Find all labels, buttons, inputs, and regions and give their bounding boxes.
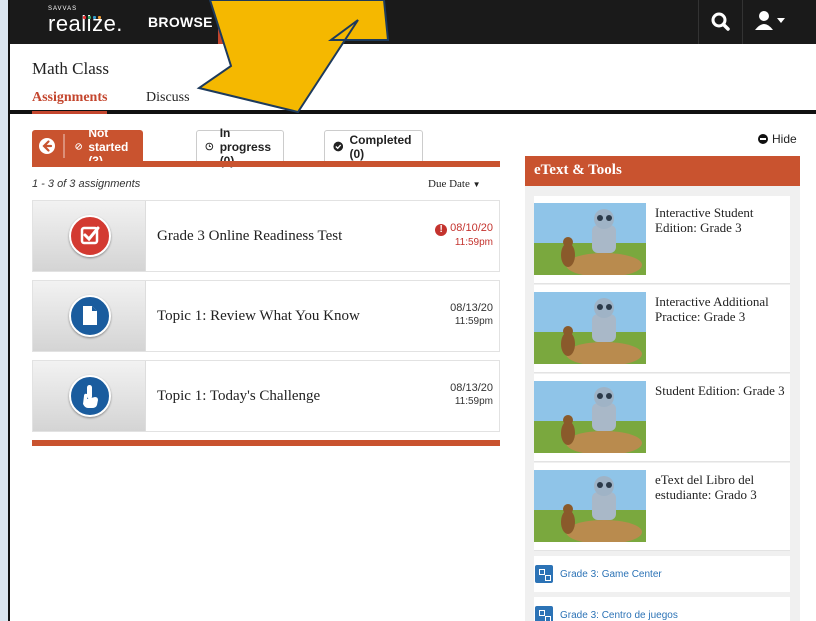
tab-assignments[interactable]: Assignments [32, 90, 108, 114]
tab-not-started[interactable]: Not started (3) [66, 126, 144, 168]
etext-item-title[interactable]: eText del Libro del estudiante: Grado 3 [655, 472, 787, 502]
overdue-alert-icon: ! [435, 224, 448, 236]
assignment-thumbnail [33, 361, 146, 431]
class-name: Math Class [32, 59, 109, 78]
due-date-value: 08/13/20 [450, 382, 493, 394]
realize-logo[interactable]: SAVVAS realize. [48, 5, 123, 36]
pointer-hand-icon [69, 375, 111, 417]
assignment-due-date: 08/13/20 11:59pm [450, 301, 493, 329]
assignment-thumbnail [33, 201, 146, 271]
clock-icon [205, 142, 214, 151]
assignment-count: 1 - 3 of 3 assignments [32, 178, 141, 190]
robot-groundhog-thumbnail[interactable] [534, 203, 646, 275]
etext-item-title[interactable]: Interactive Student Edition: Grade 3 [655, 205, 787, 235]
app-frame: SAVVAS realize. BROWSE Math Class Assign… [8, 0, 816, 621]
robot-groundhog-thumbnail[interactable] [534, 470, 646, 542]
assignment-row[interactable]: Topic 1: Today's Challenge 08/13/20 11:5… [32, 360, 500, 432]
assignment-title[interactable]: Topic 1: Review What You Know [157, 308, 360, 325]
test-checkbox-icon [69, 215, 111, 257]
user-menu-button[interactable] [742, 0, 800, 44]
status-tabs-underline [32, 161, 500, 167]
etext-item[interactable]: Interactive Additional Practice: Grade 3 [534, 285, 790, 373]
active-nav-indicator [218, 0, 232, 44]
etext-item-title[interactable]: Interactive Additional Practice: Grade 3 [655, 294, 787, 324]
browse-menu[interactable]: BROWSE [148, 14, 213, 30]
due-date-value: 08/10/20 [450, 222, 493, 234]
ban-icon [75, 143, 82, 150]
game-tool-icon [535, 565, 553, 583]
top-nav-bar: SAVVAS realize. BROWSE [10, 0, 816, 44]
search-icon [711, 12, 730, 31]
etext-tools-header: eText & Tools [525, 156, 800, 186]
assignment-title[interactable]: Topic 1: Today's Challenge [157, 388, 320, 405]
tab-in-progress[interactable]: In progress (0) [196, 126, 285, 168]
centro-de-juegos-link[interactable]: Grade 3: Centro de juegos [534, 597, 790, 621]
check-circle-icon [333, 141, 344, 152]
tab-completed-label: Completed (0) [349, 132, 412, 161]
link-label: Grade 3: Centro de juegos [560, 609, 678, 621]
game-tool-icon [535, 606, 553, 621]
etext-item[interactable]: eText del Libro del estudiante: Grado 3 [534, 463, 790, 551]
caret-down-icon: ▼ [472, 180, 481, 189]
hide-panel-button[interactable]: Hide [758, 132, 797, 146]
sort-label: Due Date [428, 178, 470, 190]
etext-item[interactable]: Interactive Student Edition: Grade 3 [534, 196, 790, 284]
sort-due-date-button[interactable]: Due Date ▼ [428, 178, 481, 190]
due-time-value: 11:59pm [454, 396, 493, 407]
logo-wordmark: realize. [48, 11, 123, 36]
logo-dots-icon [82, 6, 106, 19]
arrow-left-circle-icon [39, 134, 65, 158]
search-button[interactable] [698, 0, 742, 44]
robot-groundhog-thumbnail[interactable] [534, 292, 646, 364]
due-date-value: 08/13/20 [450, 302, 493, 314]
list-bottom-border [32, 440, 500, 446]
user-icon [755, 11, 785, 30]
etext-item-title[interactable]: Student Edition: Grade 3 [655, 383, 787, 398]
link-label: Grade 3: Game Center [560, 568, 662, 580]
due-time-value: 11:59pm [454, 316, 493, 327]
assignment-row[interactable]: Grade 3 Online Readiness Test ! 08/10/20… [32, 200, 500, 272]
back-button[interactable] [32, 130, 66, 162]
document-icon [69, 295, 111, 337]
etext-item[interactable]: Student Edition: Grade 3 [534, 374, 790, 462]
due-time-value: 11:59pm [454, 237, 493, 248]
assignment-thumbnail [33, 281, 146, 351]
assignment-row[interactable]: Topic 1: Review What You Know 08/13/20 1… [32, 280, 500, 352]
assignment-due-date: ! 08/10/20 11:59pm [435, 221, 493, 250]
class-header: Math Class Assignments Discuss [10, 44, 816, 114]
game-center-link[interactable]: Grade 3: Game Center [534, 556, 790, 592]
etext-tools-panel: Interactive Student Edition: Grade 3 Int… [525, 186, 800, 621]
assignment-due-date: 08/13/20 11:59pm [450, 381, 493, 409]
minus-circle-icon [758, 134, 768, 144]
robot-groundhog-thumbnail[interactable] [534, 381, 646, 453]
tab-discuss[interactable]: Discuss [146, 90, 190, 106]
tab-completed[interactable]: Completed (0) [324, 130, 424, 162]
hide-label: Hide [772, 132, 797, 146]
assignment-title[interactable]: Grade 3 Online Readiness Test [157, 228, 342, 245]
